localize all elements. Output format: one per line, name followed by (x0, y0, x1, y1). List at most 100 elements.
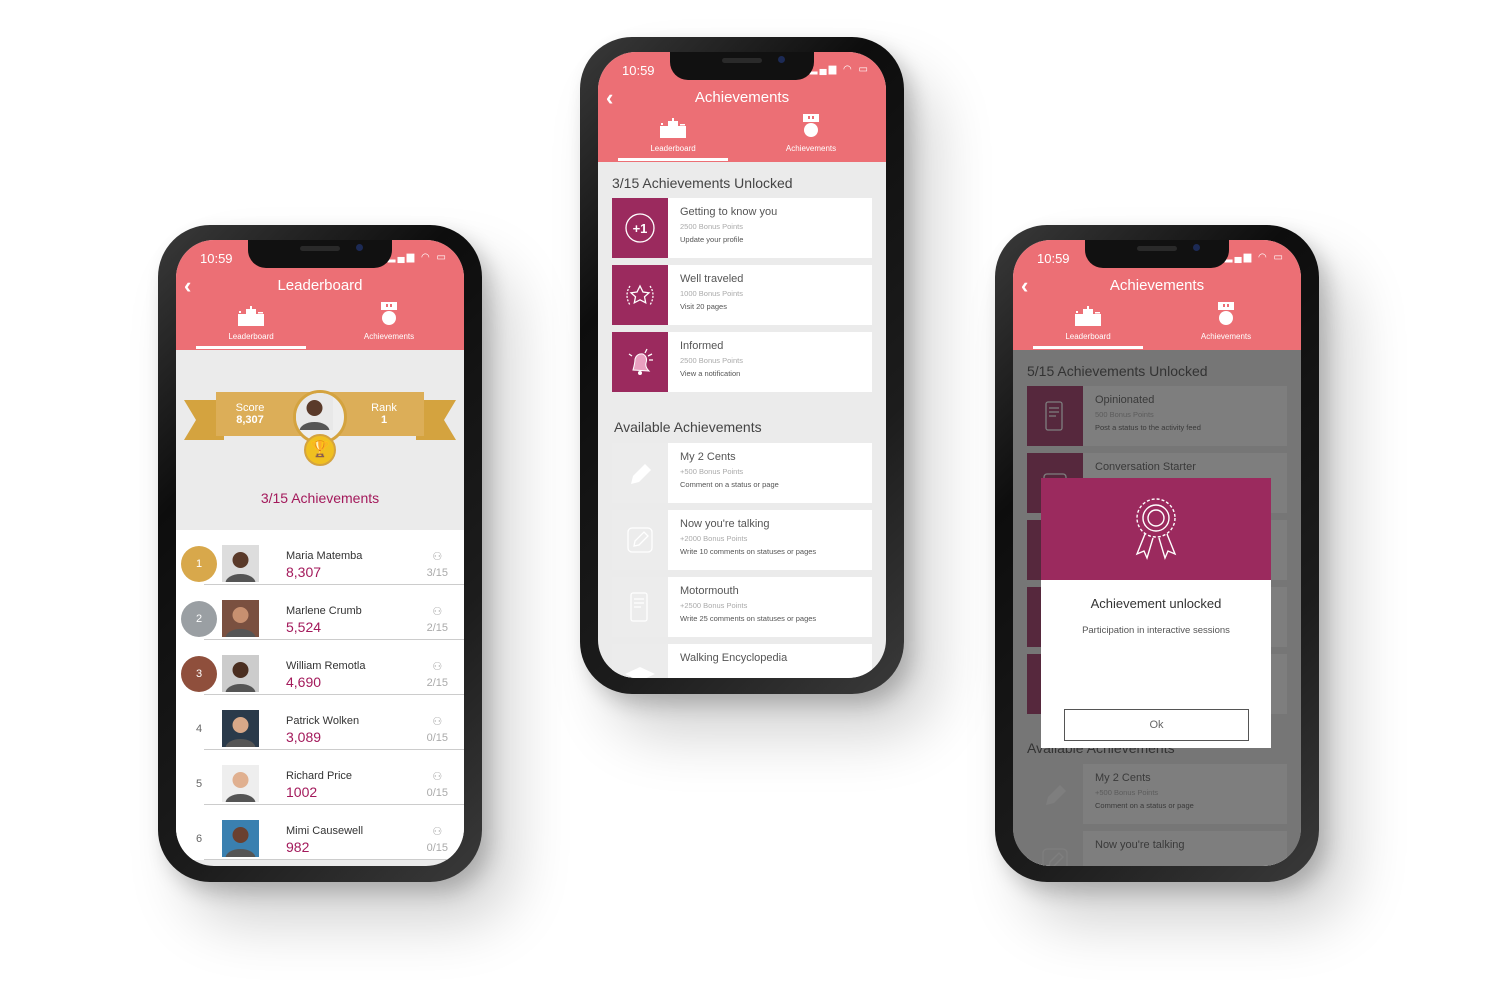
trophy-icon: 🏆 (304, 434, 336, 466)
tab-achievements[interactable]: Achievements (756, 110, 866, 153)
avatar (222, 600, 259, 637)
available-achievement-card[interactable]: Now you're talking +2000 Bonus Points Writ… (612, 510, 872, 570)
status-icons: ▂▄▆ ◠ ▭ (809, 64, 870, 75)
user-points: 982 (286, 839, 310, 855)
achievement-count: ⚇ 0/15 (427, 825, 448, 854)
achievement-title: Now you're talking (680, 518, 770, 530)
edit-icon (612, 510, 668, 570)
available-achievement-card[interactable]: Walking Encyclopedia (612, 644, 872, 678)
tab-label: Leaderboard (650, 144, 696, 153)
card-text: My 2 Cents +500 Bonus Points Comment on a … (668, 443, 791, 503)
card-text: Getting to know you 2500 Bonus Points Upda… (668, 198, 789, 258)
available-achievement-card[interactable]: Motormouth +2500 Bonus Points Write 25 com… (612, 577, 872, 637)
status-time: 10:59 (200, 251, 233, 266)
page-title: Leaderboard (277, 277, 363, 294)
leaderboard-row[interactable]: 1 Maria Matemba 8,307 ⚇ 3/15 (176, 530, 464, 585)
achievement-title: Informed (680, 340, 724, 352)
achievement-modal-screen: 10:59 ▂▄▆ ◠ ▭ ‹ Achievements Leaderboard Achi… (1013, 240, 1301, 866)
achievement-unlocked-dialog: Achievement unlocked Participation in int… (1041, 478, 1271, 748)
avatar (222, 710, 259, 747)
achievement-description: Visit 20 pages (680, 302, 727, 311)
leaderboard-screen: 10:59 ▂▄▆ ◠ ▭ ‹ Leaderboard Leaderboard Achie… (176, 240, 464, 866)
dialog-title: Achievement unlocked (1090, 596, 1222, 611)
available-heading: Available Achievements (614, 419, 762, 435)
tab-leaderboard[interactable]: Leaderboard (196, 298, 306, 349)
achievement-description: Comment on a status or page (680, 480, 779, 489)
leaderboard-row[interactable]: 4 Patrick Wolken 3,089 ⚇ 0/15 (176, 695, 464, 750)
unlocked-achievement-card[interactable]: Informed 2500 Bonus Points View a notifica… (612, 332, 872, 392)
achievement-points: 2500 Bonus Points (680, 356, 743, 365)
divider (204, 859, 464, 860)
unlocked-achievement-card[interactable]: Well traveled 1000 Bonus Points Visit 20 p… (612, 265, 872, 325)
unlocked-heading: 3/15 Achievements Unlocked (612, 175, 793, 191)
medal-icon (756, 110, 866, 138)
leaderboard-row[interactable]: 6 Mimi Causewell 982 ⚇ 0/15 (176, 805, 464, 860)
leaderboard-row[interactable]: 3 William Remotla 4,690 ⚇ 2/15 (176, 640, 464, 695)
achievement-count-value: 2/15 (426, 622, 448, 634)
podium-icon (1033, 298, 1143, 326)
phone-achievement-modal: 10:59 ▂▄▆ ◠ ▭ ‹ Achievements Leaderboard Achi… (995, 225, 1319, 882)
status-time: 10:59 (622, 63, 655, 78)
avatar (222, 820, 259, 857)
status-icons: ▂▄▆ ◠ ▭ (1224, 252, 1285, 263)
user-name: Mimi Causewell (286, 825, 364, 837)
rank-badge: 6 (195, 833, 203, 845)
tab-achievements[interactable]: Achievements (1171, 298, 1281, 341)
medal-icon: ⚇ (432, 551, 443, 563)
user-points: 5,524 (286, 619, 322, 635)
user-name: Patrick Wolken (286, 715, 360, 727)
achievement-title: Walking Encyclopedia (680, 652, 788, 664)
achievements-screen: 10:59 ▂▄▆ ◠ ▭ ‹ Achievements Leaderboard Achi… (598, 52, 886, 678)
medal-icon: ⚇ (432, 661, 443, 673)
user-name: William Remotla (286, 660, 366, 672)
pencil-icon (612, 443, 668, 503)
medal-icon: ⚇ (432, 716, 443, 728)
avatar (222, 655, 259, 692)
user-points: 3,089 (286, 729, 322, 745)
achievement-points: +2500 Bonus Points (680, 601, 748, 610)
notch (670, 52, 814, 80)
status-icons: ▂▄▆ ◠ ▭ (387, 252, 448, 263)
rosette-icon (1041, 478, 1271, 580)
achievement-title: Well traveled (680, 273, 744, 285)
achievement-count: ⚇ 0/15 (427, 715, 448, 744)
medal-icon: ⚇ (432, 606, 443, 618)
achievement-title: Getting to know you (680, 206, 778, 218)
dialog-message: Participation in interactive sessions (1082, 625, 1230, 636)
achievements-summary: 3/15 Achievements (260, 490, 380, 506)
achievement-count: ⚇ 3/15 (427, 550, 448, 579)
leaderboard-row[interactable]: 2 Marlene Crumb 5,524 ⚇ 2/15 (176, 585, 464, 640)
tab-leaderboard[interactable]: Leaderboard (1033, 298, 1143, 349)
tab-label: Achievements (363, 332, 415, 341)
achievement-description: Write 25 comments on statuses or pages (680, 614, 817, 623)
leaderboard-row[interactable]: 5 Richard Price 1002 ⚇ 0/15 (176, 750, 464, 805)
rank-label: Rank (371, 402, 397, 414)
achievement-points: 1000 Bonus Points (680, 289, 743, 298)
tab-leaderboard[interactable]: Leaderboard (618, 110, 728, 161)
available-achievement-card[interactable]: My 2 Cents +500 Bonus Points Comment on a … (612, 443, 872, 503)
tab-achievements[interactable]: Achievements (334, 298, 444, 341)
page-title: Achievements (1109, 277, 1205, 294)
card-text: Well traveled 1000 Bonus Points Visit 20 p… (668, 265, 755, 325)
rank-badge: 3 (181, 656, 217, 692)
achievement-description: Write 10 comments on statuses or pages (680, 547, 817, 556)
medal-icon: ⚇ (432, 826, 443, 838)
ok-button[interactable]: Ok (1064, 709, 1249, 741)
phone-chat-icon (612, 577, 668, 637)
rank-value: 1 (380, 414, 388, 426)
tab-label: Achievements (1200, 332, 1252, 341)
tab-label: Achievements (785, 144, 837, 153)
achievement-count: ⚇ 0/15 (427, 770, 448, 799)
achievement-count: ⚇ 2/15 (427, 660, 448, 689)
medal-icon (1171, 298, 1281, 326)
avatar (222, 545, 259, 582)
user-name: Maria Matemba (286, 550, 363, 562)
score-value: 8,307 (236, 414, 264, 426)
achievement-description: View a notification (680, 369, 741, 378)
achievement-count-value: 0/15 (426, 732, 448, 744)
achievement-points: +2000 Bonus Points (680, 534, 748, 543)
unlocked-achievement-card[interactable]: +1 Getting to know you 2500 Bonus Points Up… (612, 198, 872, 258)
rank-badge: 1 (181, 546, 217, 582)
plus-one-icon: +1 (612, 198, 668, 258)
graduation-cap-icon (612, 644, 668, 678)
